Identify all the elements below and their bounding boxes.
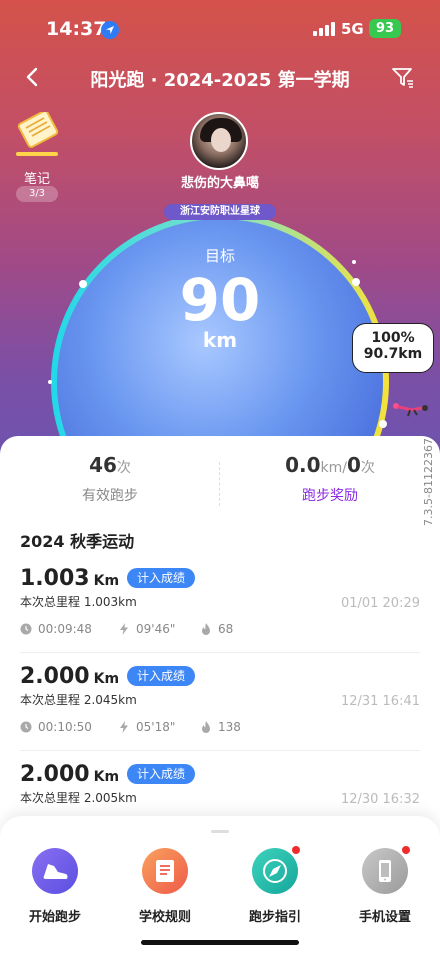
clock-icon xyxy=(20,721,32,733)
record-distance: 2.000 xyxy=(20,762,90,787)
record-duration: 00:10:50 xyxy=(20,720,92,734)
runner-icon xyxy=(392,398,430,418)
progress-km: 90.7km xyxy=(363,346,423,362)
goal-label: 目标 xyxy=(204,247,235,265)
run-record[interactable]: 1.003 Km 计入成绩 本次总里程 1.003km 01/01 20:29 00… xyxy=(20,566,420,653)
counted-badge: 计入成绩 xyxy=(127,666,196,686)
phone-settings-button[interactable]: 手机设置 xyxy=(330,845,440,925)
record-distance-unit: Km xyxy=(93,573,120,589)
valid-runs-unit: 次 xyxy=(116,460,131,476)
record-distance: 2.000 xyxy=(20,664,90,689)
record-calories: 68 xyxy=(200,622,233,636)
record-pace-value: 09'46" xyxy=(136,622,176,636)
reward-count-unit: 次 xyxy=(360,460,375,476)
progress-percent: 100% xyxy=(371,330,415,346)
lightning-icon xyxy=(120,721,128,733)
nav-label: 开始跑步 xyxy=(28,910,81,925)
rules-book-icon xyxy=(142,848,188,894)
reward-count-value: 0 xyxy=(346,453,361,477)
nav-label: 手机设置 xyxy=(358,910,411,925)
record-distance-unit: Km xyxy=(93,671,120,687)
record-pace: 09'46" xyxy=(118,622,175,636)
record-duration-value: 00:09:48 xyxy=(38,622,92,636)
shoe-icon xyxy=(32,848,78,894)
reward-km-unit: km xyxy=(320,460,343,476)
record-calories: 138 xyxy=(200,720,241,734)
run-record[interactable]: 2.000 Km 计入成绩 本次总里程 2.045km 12/31 16:41 00… xyxy=(20,664,420,751)
home-indicator[interactable] xyxy=(141,940,299,945)
record-pace: 05'18" xyxy=(118,720,175,734)
valid-runs-value: 46 xyxy=(89,453,117,477)
valid-runs-stat[interactable]: 46次 有效跑步 xyxy=(10,453,210,505)
hero-section: 14:37 5G 93 阳光跑 · 2024-2025 第一学期 笔记 3/3 … xyxy=(0,0,440,470)
stat-divider xyxy=(219,462,220,506)
record-calories-value: 138 xyxy=(218,720,241,734)
record-distance: 1.003 xyxy=(20,566,90,591)
network-type: 5G xyxy=(341,20,364,38)
start-run-button[interactable]: 开始跑步 xyxy=(0,848,110,925)
drag-handle[interactable] xyxy=(211,830,229,833)
section-title: 2024 秋季运动 xyxy=(20,532,135,551)
status-time: 14:37 xyxy=(46,18,107,40)
avatar[interactable] xyxy=(190,112,248,170)
run-guide-button[interactable]: 跑步指引 xyxy=(220,845,330,925)
record-date: 01/01 20:29 xyxy=(340,596,420,611)
flame-icon xyxy=(202,721,210,733)
run-rewards-stat[interactable]: 0.0km/0次 跑步奖励 xyxy=(230,453,430,505)
counted-badge: 计入成绩 xyxy=(127,568,196,588)
record-distance-unit: Km xyxy=(93,769,120,785)
school-rules-button[interactable]: 学校规则 xyxy=(110,848,220,925)
notification-dot xyxy=(291,845,301,855)
clock-icon xyxy=(20,623,32,635)
record-date: 12/30 16:32 xyxy=(340,792,420,807)
notification-dot xyxy=(401,845,411,855)
school-badge: 浙江安防职业星球 xyxy=(164,204,276,220)
counted-badge: 计入成绩 xyxy=(127,764,196,784)
app-version: 7.3.5-81122367 xyxy=(422,438,435,526)
valid-runs-label: 有效跑步 xyxy=(82,488,138,504)
record-duration: 00:09:48 xyxy=(20,622,92,636)
page-title: 阳光跑 · 2024-2025 第一学期 xyxy=(90,70,350,91)
run-rewards-label: 跑步奖励 xyxy=(302,488,358,504)
record-pace-value: 05'18" xyxy=(136,720,176,734)
user-name: 悲伤的大鼻噶 xyxy=(180,176,259,191)
bottom-action-bar: 开始跑步 学校规则 跑步指引 手机设置 xyxy=(0,816,440,955)
run-record[interactable]: 2.000 Km 计入成绩 本次总里程 2.005km 12/30 16:32 xyxy=(20,762,420,807)
phone-icon xyxy=(362,845,411,894)
progress-bubble: 100% 90.7km xyxy=(352,323,434,373)
nav-label: 学校规则 xyxy=(138,910,191,925)
flame-icon xyxy=(202,623,210,635)
record-duration-value: 00:10:50 xyxy=(38,720,92,734)
record-date: 12/31 16:41 xyxy=(340,694,420,709)
location-icon xyxy=(101,21,119,39)
cellular-signal-icon xyxy=(313,22,335,36)
filter-icon[interactable] xyxy=(391,66,415,90)
nav-label: 跑步指引 xyxy=(248,910,301,925)
reward-km-value: 0.0 xyxy=(285,453,321,477)
record-calories-value: 68 xyxy=(218,622,234,636)
lightning-icon xyxy=(120,623,128,635)
compass-icon xyxy=(252,845,301,894)
status-bar: 14:37 5G 93 xyxy=(0,0,440,58)
battery-icon: 93 xyxy=(369,19,401,38)
notes-scroll-icon[interactable] xyxy=(14,110,62,158)
